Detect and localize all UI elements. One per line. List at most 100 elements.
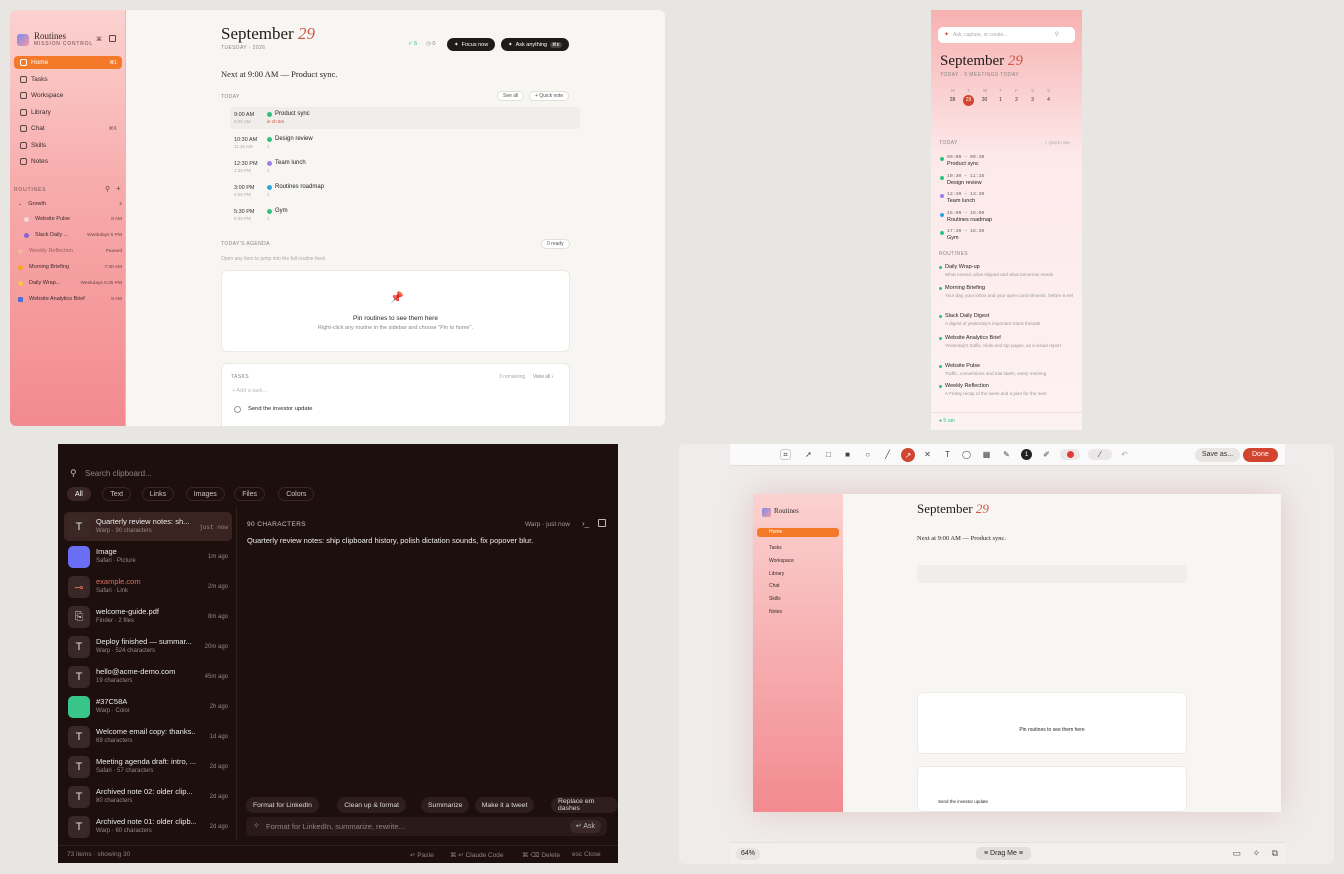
filled-rect-icon[interactable]: ■: [842, 449, 853, 460]
image-thumbnail: [68, 546, 90, 568]
status-dot: [939, 315, 942, 318]
calendar-day[interactable]: 2: [1011, 95, 1022, 106]
sidebar-toggle-icon[interactable]: [109, 35, 116, 42]
nav-home[interactable]: Home ⌘1: [14, 56, 122, 69]
action-replace-em-dashes[interactable]: Replace em dashes: [551, 797, 618, 813]
crop-icon[interactable]: ⌗: [780, 449, 791, 460]
view-all-link[interactable]: View all ›: [533, 374, 553, 380]
circle-icon[interactable]: ○: [862, 449, 873, 460]
undo-icon[interactable]: ↶: [1119, 449, 1130, 460]
grid-icon[interactable]: ▦: [981, 449, 992, 460]
next-event-text: Next at 9:00 AM — Product sync.: [917, 535, 1007, 542]
action-make-it-a-tweet[interactable]: Make it a tweet: [474, 797, 535, 813]
search-input[interactable]: Search clipboard...: [85, 469, 152, 478]
filter-chip-colors[interactable]: Colors: [278, 487, 315, 501]
routine-item[interactable]: Daily Wrap... Weekdays 5:45 PM: [18, 280, 122, 286]
ask-anything-button[interactable]: ✦ Ask anything ⌘E: [501, 38, 569, 51]
routine-item[interactable]: Morning Briefing 7:30 AM: [18, 264, 122, 270]
stroke-picker[interactable]: ⁄: [1088, 449, 1112, 460]
routine-item[interactable]: Website Analytics Brief 9 AM: [18, 296, 122, 302]
calendar-day[interactable]: 1: [995, 95, 1006, 106]
action-format-for-linkedin[interactable]: Format for LinkedIn: [246, 797, 319, 813]
add-task-input[interactable]: + Add a task...: [232, 388, 267, 394]
filter-chip-images[interactable]: Images: [185, 487, 225, 501]
filter-chip-text[interactable]: Text: [102, 487, 132, 501]
filter-chip-files[interactable]: Files: [234, 487, 265, 501]
nav-notes[interactable]: Notes: [14, 155, 122, 168]
clip-item[interactable]: T Meeting agenda draft: intro, ... Safari …: [64, 752, 232, 781]
action-summarize[interactable]: Summarize: [421, 797, 470, 813]
add-routine-icon[interactable]: +: [116, 184, 121, 193]
calendar-day[interactable]: 3: [1027, 95, 1038, 106]
bubble-icon[interactable]: ◯: [961, 449, 972, 460]
pending-stat: ◷ 0: [426, 41, 436, 47]
clip-item[interactable]: T Archived note 01: older clipb... Warp · …: [64, 812, 232, 841]
zoom-select[interactable]: 64%: [736, 848, 761, 860]
line-icon[interactable]: ╱: [882, 449, 893, 460]
routine-item[interactable]: Website Pulse 8 AM: [18, 216, 122, 222]
mic-icon[interactable]: ⚲: [1055, 31, 1059, 38]
prompt-input[interactable]: ✧ Format for LinkedIn, summarize, rewrit…: [246, 817, 607, 836]
save-as-button[interactable]: Save as...: [1195, 448, 1241, 462]
counter-icon[interactable]: 1: [1021, 449, 1032, 460]
clip-title: example.com: [96, 577, 141, 586]
clip-item[interactable]: T Welcome email copy: thanks... 69 charact…: [64, 722, 232, 751]
app-logo-icon: [17, 33, 29, 46]
nav-tasks[interactable]: Tasks: [14, 73, 122, 86]
event-row[interactable]: 12:30 PM 1:30 PM Team lunch 1: [230, 156, 580, 178]
filter-chip-all[interactable]: All: [67, 487, 91, 501]
text-icon[interactable]: T: [942, 449, 953, 460]
clip-item[interactable]: Image Safari · Picture 1m ago: [64, 542, 232, 571]
search-bar[interactable]: ✦ Ask, capture, or create... ⚲: [938, 27, 1075, 43]
clip-item[interactable]: ⊸ example.com Safari · Link 2m ago: [64, 572, 232, 601]
clip-item[interactable]: T Deploy finished — summar... Warp · 524 c…: [64, 632, 232, 661]
routine-item[interactable]: Slack Daily ... Weekdays 5 PM: [18, 232, 122, 238]
event-row[interactable]: 10:30 AM 11:15 AM Design review 1: [230, 132, 580, 154]
nav-skills[interactable]: Skills: [14, 139, 122, 152]
pointer-icon[interactable]: ➚: [803, 449, 814, 460]
calendar-day[interactable]: 29: [963, 95, 974, 106]
link-icon[interactable]: ⚲: [105, 185, 110, 193]
focus-now-button[interactable]: ✦ Focus now: [447, 38, 496, 51]
highlighter-icon[interactable]: ✎: [1001, 449, 1012, 460]
open-external-icon[interactable]: [598, 519, 606, 527]
see-all-button[interactable]: See all: [497, 91, 525, 101]
done-button[interactable]: Done: [1243, 448, 1278, 462]
tasks-card: TASKS 3 remaining View all › + Add a tas…: [221, 363, 570, 426]
clip-item[interactable]: ⎘ welcome-guide.pdf Finder · 2 files 8m ago: [64, 602, 232, 631]
arrow-icon[interactable]: ↗: [901, 448, 915, 462]
event-row[interactable]: 5:30 PM 6:30 PM Gym 1: [230, 204, 580, 226]
nav-workspace[interactable]: Workspace: [14, 89, 122, 102]
filter-chip-links[interactable]: Links: [141, 487, 175, 501]
quick-note-link[interactable]: + Quick note: [1045, 140, 1070, 145]
nav-chat[interactable]: Chat ⌘K: [14, 122, 122, 135]
nav-library[interactable]: Library: [14, 106, 122, 119]
event-row[interactable]: 3:00 PM 4:00 PM Routines roadmap 1: [230, 180, 580, 202]
calendar-day[interactable]: 28: [947, 95, 958, 106]
rectangle-icon[interactable]: □: [823, 449, 834, 460]
calendar-day[interactable]: 4: [1043, 95, 1054, 106]
terminal-icon[interactable]: ›_: [582, 519, 589, 528]
comment-icon[interactable]: ▭: [1232, 848, 1241, 859]
clip-item[interactable]: T Archived note 02: older clip... 80 chara…: [64, 782, 232, 811]
cmd-icon[interactable]: ⌘: [96, 36, 102, 43]
copy-icon[interactable]: ⧉: [1272, 848, 1278, 859]
clip-item[interactable]: T Quarterly review notes: sh... Warp · 90 …: [64, 512, 232, 541]
event-row[interactable]: 9:00 AM 9:30 AM Product sync in 1h 6m: [230, 107, 580, 129]
cross-icon[interactable]: ✕: [922, 449, 933, 460]
action-clean-up-format[interactable]: Clean up & format: [337, 797, 407, 813]
ask-button[interactable]: ↵ Ask: [569, 820, 601, 833]
pen-icon[interactable]: ✐: [1041, 449, 1052, 460]
clip-item[interactable]: Thello@acme-demo.com 19 characters 45m ago: [64, 662, 232, 691]
quick-note-button[interactable]: + Quick note: [529, 91, 570, 101]
magic-icon[interactable]: ✧: [1252, 848, 1260, 859]
calendar-day[interactable]: 30: [979, 95, 990, 106]
task-checkbox[interactable]: [234, 406, 241, 413]
routine-group-growth[interactable]: ⌄ Growth 2: [18, 201, 122, 207]
sun-icon: [18, 264, 23, 270]
clip-item[interactable]: #37C58A Warp · Color 2h ago: [64, 692, 232, 721]
agenda-ready-badge: 0 ready: [541, 239, 570, 249]
drag-handle[interactable]: ≡ Drag Me ≡: [976, 847, 1031, 860]
routine-item[interactable]: Weekly Reflection Paused: [18, 248, 122, 254]
color-picker[interactable]: [1060, 449, 1080, 460]
